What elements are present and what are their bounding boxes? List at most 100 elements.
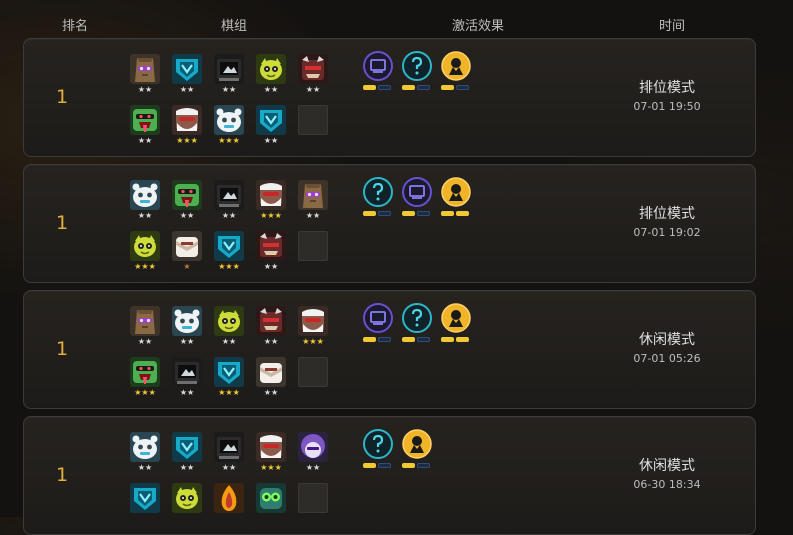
active-trait[interactable] [401, 177, 433, 217]
lineup-unit[interactable]: ★ [172, 231, 202, 273]
table-header: 排名 棋组 激活效果 时间 [0, 0, 793, 36]
lineup-unit[interactable]: ★★ [172, 306, 202, 348]
lineup-unit[interactable]: ★★ [214, 180, 244, 222]
trait-tier-bar [401, 463, 433, 468]
game-mode: 排位模式 [639, 80, 695, 96]
unit-stars: ★★★ [134, 388, 156, 397]
unit-stars: ★★ [263, 262, 279, 271]
lineup-unit[interactable]: ★★ [298, 432, 328, 474]
gold-emblem-trait-icon [441, 51, 471, 81]
lineup-unit[interactable]: ★★ [172, 432, 202, 474]
lineup-unit[interactable]: ★★★ [298, 306, 328, 348]
green-goggles-unit-icon [256, 483, 286, 513]
active-trait[interactable] [440, 177, 472, 217]
lineup-unit[interactable]: ★★ [214, 432, 244, 474]
unit-stars: ★★★ [134, 262, 156, 271]
lineup-unit[interactable]: ★★ [256, 357, 286, 399]
white-fluff-unit-icon [256, 357, 286, 387]
active-trait[interactable] [362, 429, 394, 469]
lineup-unit[interactable]: ★★ [256, 54, 286, 96]
purple-hair-unit-icon [298, 432, 328, 462]
rank-value: 1 [55, 212, 69, 234]
purple-screen-trait-icon [363, 303, 393, 333]
cyan-question-trait-icon [402, 51, 432, 81]
unit-stars: ★ [183, 262, 191, 271]
match-row[interactable]: 1 ★★ ★★ ★★ ★★ ★★ ★★ ★★★ ★★★ ★★ 排位模式 07-01 19:50 [23, 38, 756, 157]
active-trait[interactable] [440, 51, 472, 91]
active-trait[interactable] [440, 303, 472, 343]
dark-screen-unit-icon [214, 180, 244, 210]
yellow-bulb-unit-icon [130, 231, 160, 261]
active-trait[interactable] [362, 303, 394, 343]
green-tongue-unit-icon [130, 105, 160, 135]
active-trait[interactable] [401, 429, 433, 469]
lineup-unit[interactable]: ★★★ [172, 105, 202, 147]
lineup-unit[interactable]: ★★ [172, 180, 202, 222]
bag-mask-unit-icon [130, 54, 160, 84]
trait-tier-bar [401, 85, 433, 90]
header-rank: 排名 [61, 19, 89, 34]
lineup-unit[interactable]: ★★★ [130, 357, 160, 399]
match-row[interactable]: 1 ★★ ★★ ★★ ★★★ ★★ 休闲模式 06-30 18:34 [23, 416, 756, 535]
lineup-unit[interactable]: ★★★ [256, 180, 286, 222]
unit-stars: ★★ [179, 388, 195, 397]
lineup-unit[interactable]: ★★★ [130, 231, 160, 273]
lineup-unit[interactable] [214, 483, 244, 525]
shield-cyan-unit-icon [172, 54, 202, 84]
lineup-unit[interactable]: ★★★ [214, 105, 244, 147]
lineup-unit[interactable]: ★★ [130, 432, 160, 474]
unit-stars: ★★ [221, 337, 237, 346]
game-mode: 休闲模式 [639, 332, 695, 348]
unit-stars: ★★ [137, 136, 153, 145]
lineup-unit[interactable] [172, 483, 202, 525]
lineup-unit[interactable]: ★★ [130, 105, 160, 147]
unit-stars: ★★ [179, 211, 195, 220]
lineup-unit[interactable]: ★★★ [214, 231, 244, 273]
shield-cyan-unit-icon [256, 105, 286, 135]
lineup-unit[interactable]: ★★ [130, 180, 160, 222]
empty-unit-slot [298, 105, 328, 135]
rank-value: 1 [55, 86, 69, 108]
lineup-unit[interactable]: ★★ [298, 54, 328, 96]
unit-stars: ★★★ [260, 463, 282, 472]
lineup-unit[interactable]: ★★ [256, 105, 286, 147]
active-trait[interactable] [362, 177, 394, 217]
trait-tier-bar [362, 85, 394, 90]
lineup-unit[interactable]: ★★★ [214, 357, 244, 399]
match-row[interactable]: 1 ★★ ★★ ★★ ★★★ ★★ ★★★ ★ ★★★ ★★ 排位模式 07-01 19:02 [23, 164, 756, 283]
match-row[interactable]: 1 ★★ ★★ ★★ ★★ ★★★ ★★★ ★★ ★★★ ★★ 休闲模式 07-01 05:26 [23, 290, 756, 409]
unit-stars: ★★★ [260, 211, 282, 220]
lineup-unit[interactable]: ★★★ [256, 432, 286, 474]
green-tongue-unit-icon [130, 357, 160, 387]
unit-stars: ★★★ [218, 388, 240, 397]
lineup-unit[interactable]: ★★ [298, 180, 328, 222]
unit-stars: ★★ [137, 337, 153, 346]
lineup-unit[interactable]: ★★ [214, 306, 244, 348]
unit-stars: ★★ [179, 337, 195, 346]
lineup-unit[interactable]: ★★ [172, 54, 202, 96]
unit-stars: ★★ [305, 85, 321, 94]
white-bear-unit-icon [130, 432, 160, 462]
lineup-unit[interactable]: ★★ [130, 54, 160, 96]
rank-value: 1 [55, 338, 69, 360]
lineup-unit[interactable]: ★★ [214, 54, 244, 96]
lineup-unit[interactable] [256, 483, 286, 525]
active-trait[interactable] [401, 51, 433, 91]
purple-screen-trait-icon [363, 51, 393, 81]
lineup-unit[interactable]: ★★ [172, 357, 202, 399]
white-bear-unit-icon [130, 180, 160, 210]
gold-emblem-trait-icon [441, 303, 471, 333]
active-trait[interactable] [401, 303, 433, 343]
lineup-unit[interactable]: ★★ [256, 231, 286, 273]
active-trait[interactable] [362, 51, 394, 91]
white-beard-unit-icon [256, 180, 286, 210]
lineup-unit[interactable]: ★★ [130, 306, 160, 348]
unit-stars: ★★ [221, 463, 237, 472]
lineup-unit[interactable] [130, 483, 160, 525]
game-mode: 休闲模式 [639, 458, 695, 474]
lineup-unit[interactable]: ★★ [256, 306, 286, 348]
trait-tier-bar [401, 337, 433, 342]
unit-stars: ★★★ [218, 136, 240, 145]
unit-stars: ★★★ [218, 262, 240, 271]
dark-screen-unit-icon [214, 54, 244, 84]
